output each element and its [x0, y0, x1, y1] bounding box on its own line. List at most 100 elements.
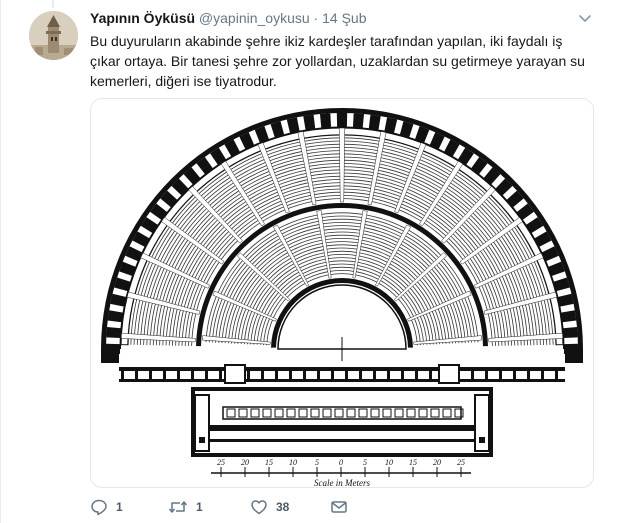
retweet-count: 1 [196, 500, 203, 514]
reply-count: 1 [116, 500, 123, 514]
buttress [303, 114, 316, 131]
stairway [413, 335, 482, 345]
buttress [563, 326, 578, 339]
scene-pier [199, 437, 205, 443]
scale-label: 25 [217, 458, 225, 467]
buttress [110, 293, 127, 307]
parodos-pier [163, 371, 166, 379]
parodos-pier [191, 371, 194, 379]
buttress [106, 326, 121, 339]
parodos-line [119, 379, 565, 382]
parodos-pier [121, 371, 124, 379]
theater-plan-drawing: 25 20 15 10 5 0 5 10 15 20 25 Scale in Meters [101, 108, 583, 487]
buttress [319, 113, 332, 128]
buttress [352, 113, 365, 128]
retweet-button[interactable]: 1 [168, 497, 203, 517]
parodos-pier [331, 371, 334, 379]
parodos-pier [205, 371, 208, 379]
scale-label: 5 [363, 458, 367, 467]
avatar[interactable] [29, 11, 78, 60]
scene-building [191, 387, 493, 457]
buttress [560, 310, 577, 323]
envelope-icon [331, 501, 347, 513]
buttress [107, 310, 124, 323]
stairway [419, 160, 464, 227]
parodos-line [119, 367, 565, 371]
analemma-left [224, 364, 246, 384]
parodos-pier [541, 371, 544, 379]
parodos-pier [317, 371, 320, 379]
parodos-pier [219, 371, 222, 379]
author-name[interactable]: Yapının Öyküsü [90, 10, 195, 26]
side-end-left [101, 349, 119, 363]
stairway [202, 335, 271, 345]
parodos-pier [275, 371, 278, 379]
parodos-pier [149, 371, 152, 379]
parodos-pier [177, 371, 180, 379]
thread-line [52, 0, 54, 8]
like-button[interactable]: 38 [250, 497, 289, 517]
buttress [368, 114, 381, 131]
parodos-pier [471, 371, 474, 379]
stairway [407, 290, 472, 322]
parodos-pier [359, 371, 362, 379]
like-count: 38 [276, 500, 290, 514]
scaenae-wall [195, 425, 489, 431]
tweet-image[interactable]: 25 20 15 10 5 0 5 10 15 20 25 Scale in Meters [90, 98, 594, 488]
scale-label: 25 [457, 458, 465, 467]
heart-icon [251, 500, 267, 515]
direct-message-button[interactable] [330, 497, 348, 517]
chevron-down-icon[interactable] [578, 11, 592, 25]
scale-label: 20 [433, 458, 441, 467]
parodos-pier [527, 371, 530, 379]
parodos-pier [415, 371, 418, 379]
retweet-icon [168, 501, 188, 513]
parodos-pier [499, 371, 502, 379]
tower-avatar-icon [29, 11, 78, 60]
tweet-date[interactable]: 14 Şub [322, 10, 366, 26]
scale-label: 15 [265, 458, 273, 467]
parodos-pier [555, 371, 558, 379]
parodos-pier [247, 371, 250, 379]
stairway [459, 216, 523, 265]
stairway [339, 127, 345, 203]
parodos-pier [261, 371, 264, 379]
scale-label: 15 [409, 458, 417, 467]
author-handle[interactable]: @yapinin_oykusu [199, 10, 310, 26]
parodos-pier [135, 371, 138, 379]
tweet-header: Yapının Öyküsü @yapinin_oykusu · 14 Şub [90, 9, 366, 27]
parodos-pier [373, 371, 376, 379]
scale-label: 10 [289, 458, 297, 467]
reply-button[interactable]: 1 [90, 497, 123, 517]
scale-caption: Scale in Meters [314, 478, 370, 487]
reply-icon [91, 499, 107, 516]
parodos-pier [429, 371, 432, 379]
timeline-border [0, 0, 1, 523]
stairway [220, 160, 265, 227]
buttress [336, 113, 348, 128]
scale-label: 0 [339, 458, 343, 467]
parodos-pier [401, 371, 404, 379]
scaenae-wall [195, 439, 489, 442]
parodos-pier [485, 371, 488, 379]
stairway [488, 332, 564, 343]
separator: · [313, 10, 319, 26]
stairway [212, 290, 277, 322]
stairway [441, 185, 496, 244]
buttress [557, 293, 574, 307]
scale-label: 10 [385, 458, 393, 467]
tweet-text: Bu duyuruların akabinde şehre ikiz karde… [90, 33, 585, 89]
parodos-pier [513, 371, 516, 379]
scale-label: 20 [241, 458, 249, 467]
parodos-pier [387, 371, 390, 379]
side-end-right [565, 349, 583, 363]
buttress [286, 117, 300, 134]
parodos-pier [289, 371, 292, 379]
analemma-right [438, 364, 460, 384]
parodos-pier [303, 371, 306, 379]
buttress [384, 117, 398, 134]
scene-pier [479, 437, 485, 443]
stairway [188, 185, 243, 244]
parodos-pier [345, 371, 348, 379]
stairway [161, 216, 225, 265]
